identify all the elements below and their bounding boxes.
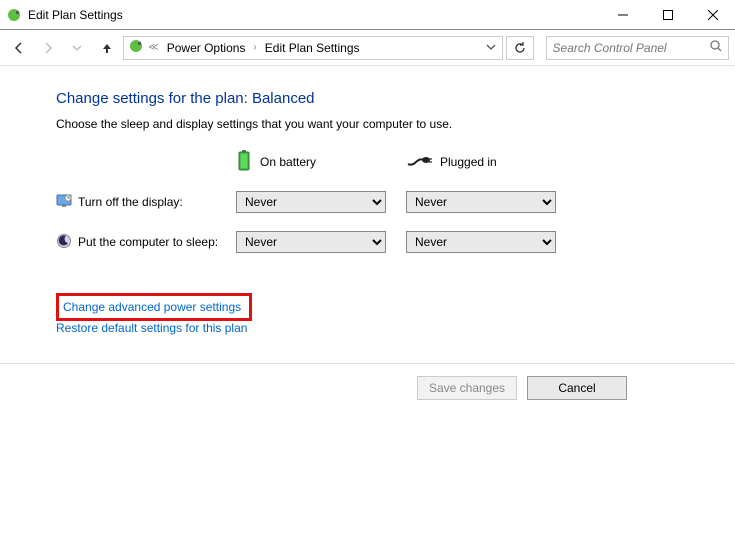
row-sleep-label: Put the computer to sleep: (56, 233, 236, 252)
refresh-button[interactable] (506, 36, 533, 60)
settings-grid: On battery Plugged in (56, 151, 707, 253)
address-bar[interactable]: ≪ Power Options › Edit Plan Settings (123, 36, 503, 60)
recent-dropdown[interactable] (65, 35, 90, 61)
display-plugged-select[interactable]: Never (406, 191, 556, 213)
sleep-battery-select[interactable]: Never (236, 231, 386, 253)
title-bar: Edit Plan Settings (0, 0, 735, 30)
maximize-button[interactable] (645, 0, 690, 30)
nav-bar: ≪ Power Options › Edit Plan Settings Sea… (0, 30, 735, 66)
close-button[interactable] (690, 0, 735, 30)
search-placeholder: Search Control Panel (553, 41, 710, 55)
search-icon (710, 40, 722, 55)
sleep-plugged-select[interactable]: Never (406, 231, 556, 253)
minimize-button[interactable] (600, 0, 645, 30)
footer-buttons: Save changes Cancel (56, 376, 707, 400)
links-section: Change advanced power settings Restore d… (56, 293, 707, 349)
column-on-battery: On battery (236, 151, 406, 173)
cancel-button[interactable]: Cancel (527, 376, 627, 400)
plug-icon (406, 154, 432, 171)
back-button[interactable] (6, 35, 31, 61)
highlight-annotation: Change advanced power settings (56, 293, 252, 321)
window-title: Edit Plan Settings (28, 8, 600, 22)
breadcrumb-power-options[interactable]: Power Options (163, 41, 250, 55)
app-icon (6, 7, 22, 23)
page-heading: Change settings for the plan: Balanced (56, 90, 707, 107)
row-display-label: Turn off the display: (56, 193, 236, 212)
column-plugged-in: Plugged in (406, 151, 576, 173)
battery-icon (236, 149, 252, 176)
link-restore-defaults[interactable]: Restore default settings for this plan (56, 321, 247, 335)
column-plugged-label: Plugged in (440, 155, 497, 169)
column-battery-label: On battery (260, 155, 316, 169)
address-dropdown-icon[interactable] (480, 41, 502, 55)
monitor-icon (56, 193, 72, 212)
up-button[interactable] (94, 35, 119, 61)
content-area: Change settings for the plan: Balanced C… (0, 66, 735, 400)
row-sleep-text: Put the computer to sleep: (78, 235, 218, 249)
forward-button[interactable] (35, 35, 60, 61)
address-icon (128, 38, 144, 57)
page-subtext: Choose the sleep and display settings th… (56, 117, 707, 131)
chevron-right-icon: › (253, 42, 256, 53)
search-input[interactable]: Search Control Panel (546, 36, 729, 60)
row-display-text: Turn off the display: (78, 195, 183, 209)
display-battery-select[interactable]: Never (236, 191, 386, 213)
chevron-icon: ≪ (148, 42, 158, 53)
moon-icon (56, 233, 72, 252)
breadcrumb-edit-plan[interactable]: Edit Plan Settings (261, 41, 364, 55)
save-button[interactable]: Save changes (417, 376, 517, 400)
divider (0, 363, 735, 364)
link-advanced-power[interactable]: Change advanced power settings (63, 300, 241, 314)
